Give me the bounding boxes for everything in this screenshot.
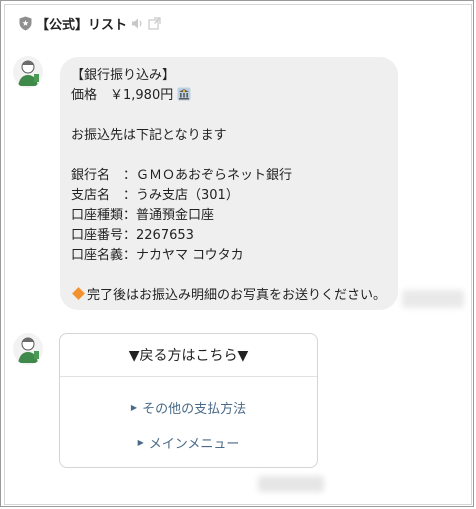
main-menu-label: メインメニュー (148, 436, 240, 452)
triangle-right-icon: ▶ (137, 437, 144, 447)
account-number: 口座番号：2267653 (71, 228, 194, 243)
bank-name: 銀行名 ：ＧＭＯあおぞらネット銀行 (71, 168, 293, 183)
avatar-person-icon (18, 60, 39, 86)
shield-icon (19, 16, 32, 30)
blurred-timestamp (258, 476, 324, 492)
triangle-right-icon: ▶ (130, 402, 138, 412)
account-type: 口座種類：普通預金口座 (71, 208, 215, 223)
avatar[interactable] (13, 333, 43, 365)
message-bubble: 【銀行振り込み】 価格 ￥1,980円 お振込先は下記となります 銀行名 ：ＧＭ… (60, 57, 398, 310)
closing-line: 完了後はお振込み明細のお写真をお送りください。 (71, 286, 388, 306)
main-menu-link[interactable]: ▶ メインメニュー (60, 431, 317, 453)
speaker-icon[interactable] (131, 17, 144, 30)
diamond-icon (72, 287, 85, 300)
other-payment-label: その他の支払方法 (142, 401, 247, 417)
avatar[interactable] (13, 56, 43, 88)
account-holder: 口座名義：ナカヤマ コウタカ (71, 248, 244, 263)
intro-text: お振込先は下記となります (71, 128, 227, 143)
avatar-person-icon (18, 337, 39, 363)
closing-text: 完了後はお振込み明細のお写真をお送りください。 (87, 288, 387, 303)
menu-card: ▼戻る方はこちら▼ ▶ その他の支払方法 ▶ メインメニュー (59, 333, 318, 468)
price-line: 価格 ￥1,980円 (71, 86, 388, 106)
other-payment-link[interactable]: ▶ その他の支払方法 (60, 396, 317, 418)
menu-card-title: ▼戻る方はこちら▼ (60, 334, 317, 377)
blurred-timestamp (402, 290, 464, 308)
popout-icon[interactable] (148, 16, 161, 30)
bank-icon (177, 87, 191, 101)
branch-name: 支店名 ：うみ支店（301） (71, 188, 239, 203)
price-text: 価格 ￥1,980円 (71, 88, 174, 103)
message-title: 【銀行振り込み】 (71, 68, 176, 83)
chat-header: 【公式】リスト (19, 14, 161, 33)
chat-title: 【公式】リスト (36, 17, 128, 33)
